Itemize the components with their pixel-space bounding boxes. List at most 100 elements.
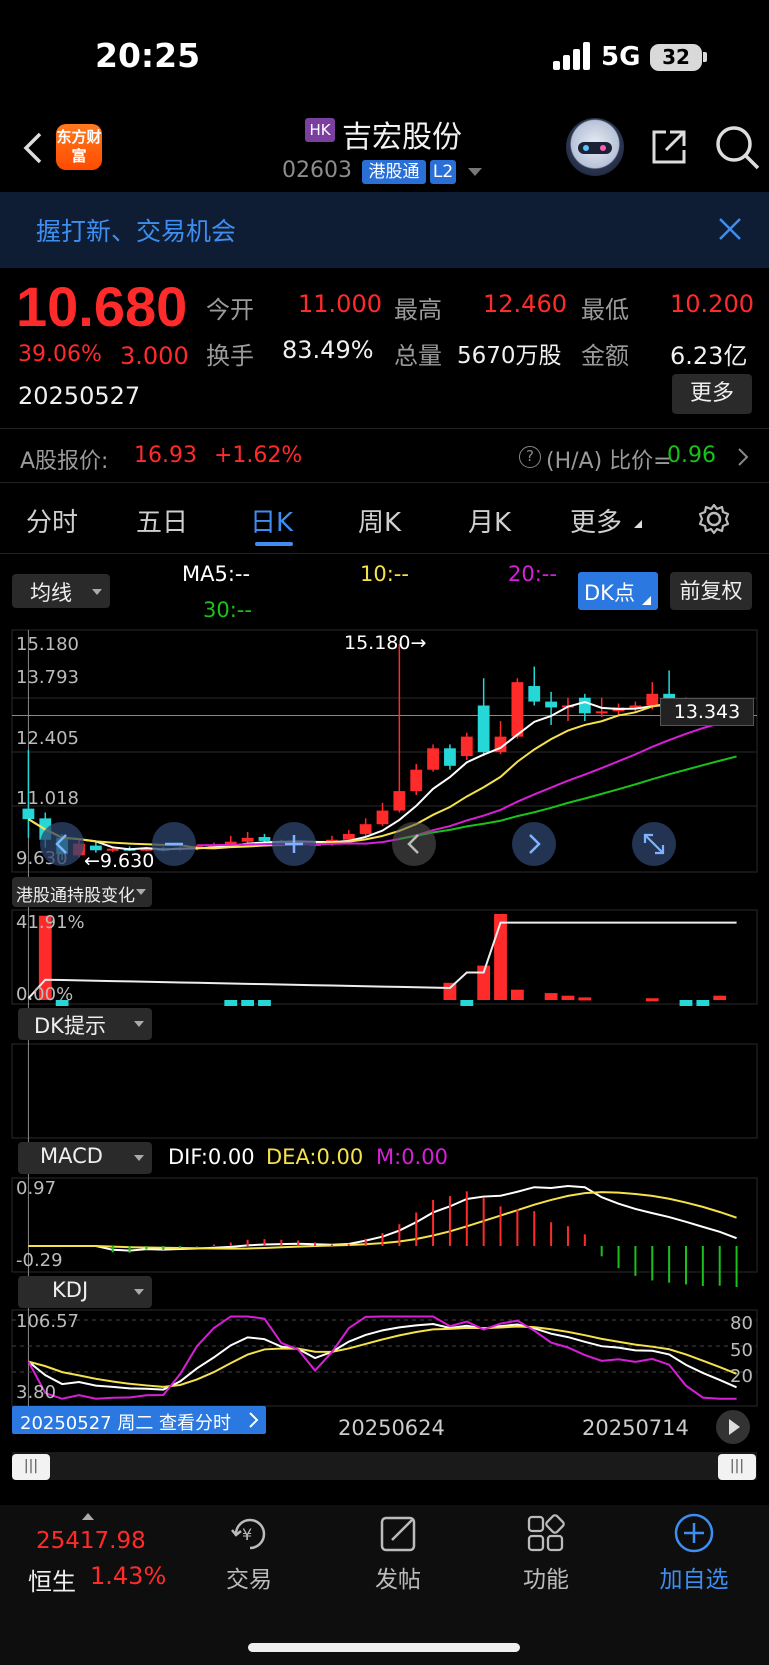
x-axis-label: 20250624: [338, 1416, 445, 1440]
macd-selector-label: MACD: [40, 1144, 103, 1168]
ma5-line: [27, 700, 737, 851]
candle-body: [595, 711, 608, 714]
price-axis-label: 13.793: [16, 667, 79, 688]
holding-bar: [713, 995, 727, 1000]
price-axis-label: 15.180: [16, 634, 79, 655]
holding-bar: [696, 1000, 710, 1006]
kdj-level-80: 80: [730, 1313, 753, 1334]
nav-add-watchlist[interactable]: 加自选: [634, 1560, 754, 1594]
range-slider-track[interactable]: [12, 1452, 757, 1480]
svg-text:¥: ¥: [242, 1525, 252, 1544]
index-value[interactable]: 25417.98: [36, 1528, 146, 1554]
range-handle-left[interactable]: |||: [12, 1454, 50, 1480]
dk-selector[interactable]: DK提示: [18, 1008, 152, 1040]
candle-body: [241, 837, 254, 842]
functions-icon[interactable]: [526, 1514, 568, 1554]
price-axis-label: 11.018: [16, 788, 79, 809]
panel-frame: [11, 909, 758, 1005]
holding-bar: [443, 982, 457, 1000]
candle-body: [22, 808, 35, 820]
chart-back-button[interactable]: [392, 822, 436, 866]
hold-axis-top: 41.91%: [16, 912, 85, 933]
holding-bar: [561, 995, 575, 1000]
nav-functions[interactable]: 功能: [486, 1560, 606, 1594]
cursor-date-tag[interactable]: 20250527 周二 查看分时: [12, 1406, 266, 1434]
macd-axis-bottom: -0.29: [16, 1250, 63, 1271]
kdj-level-20: 20: [730, 1366, 753, 1387]
candle-body: [444, 748, 456, 766]
holding-bar: [224, 1000, 238, 1006]
holding-bar: [510, 989, 524, 1000]
holding-bar: [578, 997, 592, 1001]
kdj-axis-top: 106.57: [16, 1311, 79, 1332]
x-axis-label: 20250714: [582, 1416, 689, 1440]
holding-bar: [544, 993, 558, 1000]
macd-dea: DEA:0.00: [266, 1145, 364, 1169]
holding-bar: [494, 914, 507, 1000]
range-handle-right[interactable]: |||: [718, 1454, 756, 1480]
fullscreen-button[interactable]: [632, 822, 676, 866]
chart-prev-button[interactable]: [40, 822, 84, 866]
candle-body: [427, 748, 439, 770]
nav-trade[interactable]: 交易: [189, 1560, 309, 1594]
cursor-date-label: 20250527 周二 查看分时: [20, 1413, 232, 1434]
kdj-level-50: 50: [730, 1340, 753, 1361]
candle-body: [393, 791, 406, 811]
home-indicator: [248, 1643, 520, 1652]
holding-bar: [460, 1000, 474, 1006]
chevron-down-icon: [134, 1155, 144, 1161]
macd-m: M:0.00: [376, 1145, 448, 1169]
zoom-in-button[interactable]: [272, 822, 316, 866]
nav-post[interactable]: 发帖: [338, 1560, 458, 1594]
chart-next-button[interactable]: [512, 822, 556, 866]
kdj-selector[interactable]: KDJ: [18, 1276, 152, 1308]
panel-frame: [11, 1309, 758, 1407]
holding-bar: [679, 1000, 693, 1006]
index-name: 恒生: [28, 1568, 76, 1596]
candle-body: [528, 686, 541, 702]
ma-lines: [27, 700, 737, 851]
play-forward-button[interactable]: [716, 1410, 750, 1444]
hold-selector[interactable]: 港股通持股变化: [12, 877, 152, 907]
up-arrow-icon: [82, 1513, 94, 1520]
add-watchlist-icon[interactable]: [673, 1512, 715, 1554]
holding-bar: [645, 998, 659, 1002]
holding-bar: [241, 1000, 255, 1006]
candle-body: [578, 697, 591, 714]
post-icon[interactable]: [378, 1514, 420, 1554]
candle-body: [258, 837, 271, 841]
candle-body: [511, 682, 524, 737]
hold-axis-bottom: 0.00%: [16, 984, 74, 1005]
macd-selector[interactable]: MACD: [18, 1142, 152, 1174]
candle-body: [376, 810, 389, 825]
candle-body: [545, 701, 558, 708]
kdj-selector-label: KDJ: [52, 1278, 89, 1302]
kdj-k-line: [27, 1322, 737, 1391]
chevron-down-icon: [134, 1289, 144, 1295]
hold-selector-label: 港股通持股变化: [16, 886, 135, 906]
panel-frame: [11, 1043, 758, 1139]
chevron-down-icon: [134, 1021, 144, 1027]
candle-body: [410, 769, 423, 792]
dk-selector-label: DK提示: [34, 1014, 106, 1038]
candle-body: [646, 693, 659, 706]
kdj-axis-bottom: 3.80: [16, 1382, 57, 1403]
chevron-right-icon: [248, 1411, 260, 1429]
panel-frame: [11, 1177, 758, 1273]
holding-line: [27, 921, 737, 999]
high-annotation: 15.180→: [344, 632, 427, 654]
holding-bar: [258, 1000, 271, 1006]
candle-body: [460, 736, 473, 757]
index-change: 1.43%: [90, 1562, 167, 1590]
kdj-d-line: [28, 1325, 737, 1388]
ma10-line: [27, 702, 737, 850]
low-annotation: ←9.630: [84, 850, 155, 872]
trade-icon[interactable]: ¥: [228, 1514, 272, 1554]
current-price-tag: 13.343: [660, 698, 754, 726]
zoom-out-button[interactable]: [152, 822, 196, 866]
price-axis-label: 12.405: [16, 728, 79, 749]
candle-body: [359, 824, 372, 834]
kdj-j-line: [27, 1315, 737, 1400]
candle-body: [477, 705, 490, 753]
chevron-down-icon: [136, 889, 146, 895]
